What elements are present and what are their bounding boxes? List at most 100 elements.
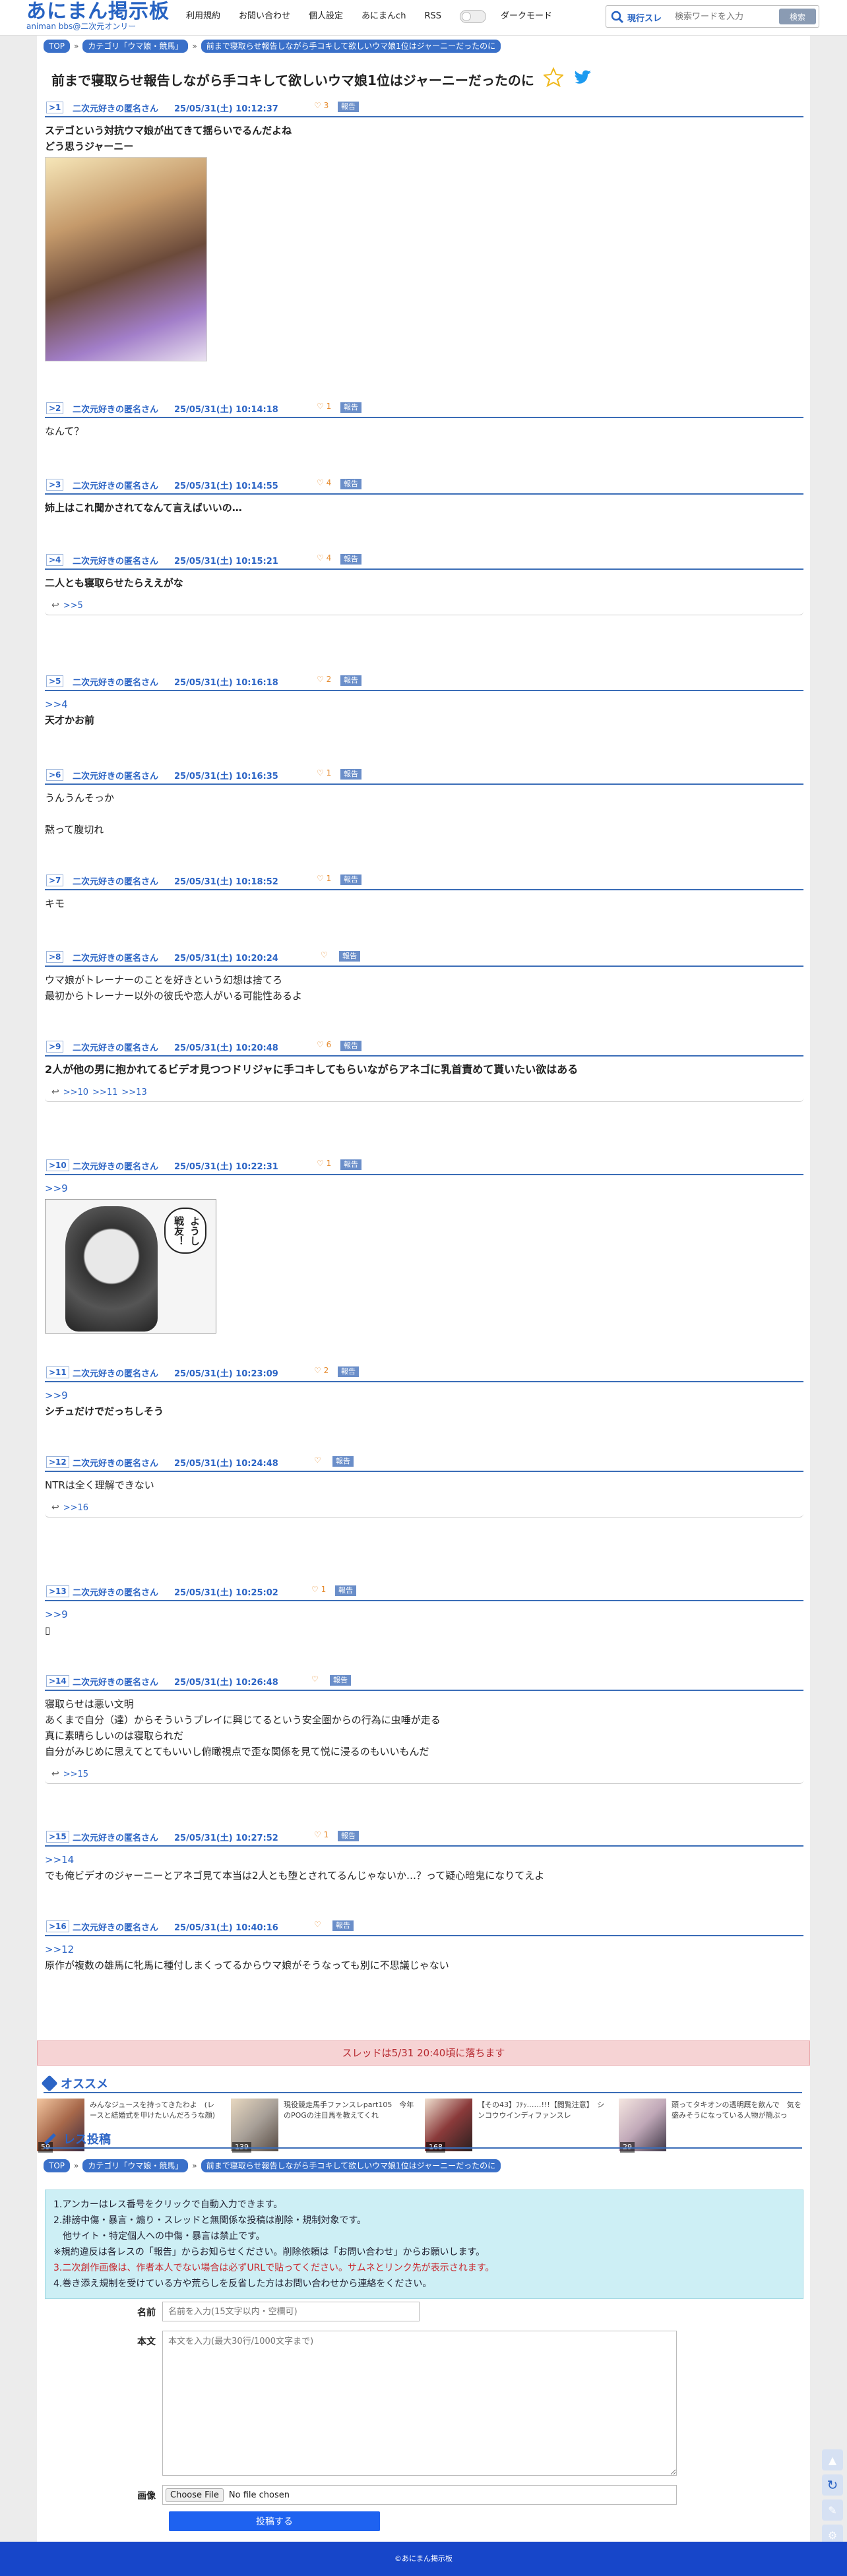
search-input[interactable] <box>675 9 761 24</box>
like-button[interactable]: ♡ <box>314 1456 321 1465</box>
scroll-top-button[interactable]: ▲ <box>822 2449 843 2470</box>
report-button[interactable]: 報告 <box>340 479 361 489</box>
like-button[interactable]: ♡ 6 <box>317 1040 331 1049</box>
post-number[interactable]: >11 <box>46 1366 69 1378</box>
reply-anchor[interactable]: >>4 <box>45 698 68 710</box>
search-button[interactable]: 検索 <box>779 9 816 24</box>
like-button[interactable]: ♡ 4 <box>317 478 331 487</box>
post-image[interactable] <box>45 157 207 361</box>
report-button[interactable]: 報告 <box>340 675 361 686</box>
crumb-top[interactable]: TOP <box>44 2159 71 2172</box>
post-number[interactable]: >10 <box>46 1159 69 1171</box>
report-button[interactable]: 報告 <box>340 554 361 565</box>
dark-mode-toggle[interactable]: ダークモード <box>451 9 571 24</box>
report-button[interactable]: 報告 <box>339 951 360 962</box>
compose-button[interactable]: ✎ <box>822 2499 843 2521</box>
report-button[interactable]: 報告 <box>340 1159 361 1170</box>
toggle-switch[interactable] <box>459 9 486 23</box>
report-button[interactable]: 報告 <box>340 769 361 780</box>
reco-text: みんなジュースを持ってきたわよ (レースと結婚式を甲けたいんだろうな顔) <box>90 2101 216 2120</box>
like-button[interactable]: ♡ 2 <box>314 1366 329 1375</box>
post-number[interactable]: >3 <box>46 479 64 491</box>
post-number[interactable]: >13 <box>46 1585 69 1597</box>
crumb-category[interactable]: カテゴリ「ウマ娘・競馬」 <box>82 40 189 53</box>
like-button[interactable]: ♡ 1 <box>317 1159 331 1168</box>
thread-title: 前まで寝取らせ報告しながら手コキして欲しいウマ娘1位はジャーニーだったのに <box>51 73 534 88</box>
nav-terms[interactable]: 利用規約 <box>177 9 230 24</box>
nav-animanch[interactable]: あにまんch <box>352 9 415 24</box>
image-row: 画像 Choose File No file chosen <box>103 2485 677 2505</box>
favorite-star-icon[interactable] <box>544 67 563 87</box>
like-button[interactable]: ♡ 1 <box>317 768 331 778</box>
nav-contact[interactable]: お問い合わせ <box>230 9 299 24</box>
reply-ref-link[interactable]: >>11 <box>92 1088 117 1097</box>
report-button[interactable]: 報告 <box>332 1920 354 1931</box>
reply-anchor[interactable]: >>9 <box>45 1609 68 1620</box>
heart-icon: ♡ <box>317 675 327 684</box>
report-button[interactable]: 報告 <box>338 1831 359 1841</box>
heart-icon: ♡ <box>317 553 327 563</box>
reply-ref-link[interactable]: >>10 <box>63 1088 88 1097</box>
like-button[interactable]: ♡ 3 <box>314 101 329 110</box>
reply-anchor[interactable]: >>9 <box>45 1390 68 1401</box>
like-button[interactable]: ♡ <box>321 950 328 960</box>
report-button[interactable]: 報告 <box>340 402 361 413</box>
post-image[interactable]: ようし戦友！ <box>45 1199 216 1334</box>
like-button[interactable]: ♡ 1 <box>317 402 331 411</box>
poster-name: 二次元好きの匿名さん <box>73 405 159 415</box>
like-button[interactable]: ♡ <box>314 1920 321 1929</box>
post-line: 黙って腹切れ <box>45 824 104 836</box>
crumb-category[interactable]: カテゴリ「ウマ娘・競馬」 <box>82 2159 189 2172</box>
submit-button[interactable]: 投稿する <box>169 2511 380 2531</box>
post-number[interactable]: >5 <box>46 675 64 687</box>
report-button[interactable]: 報告 <box>335 1585 356 1596</box>
report-button[interactable]: 報告 <box>340 874 361 885</box>
reply-anchor[interactable]: >>12 <box>45 1944 74 1955</box>
file-input[interactable]: Choose File No file chosen <box>162 2485 677 2505</box>
crumb-top[interactable]: TOP <box>44 40 71 53</box>
choose-file-button[interactable]: Choose File <box>166 2488 224 2502</box>
post-number[interactable]: >15 <box>46 1831 69 1843</box>
reply-ref-link[interactable]: >>16 <box>63 1503 88 1513</box>
post-number[interactable]: >6 <box>46 769 64 781</box>
name-row: 名前 <box>103 2302 420 2321</box>
search-scope[interactable]: 現行スレ <box>627 11 662 24</box>
post-number[interactable]: >14 <box>46 1675 69 1687</box>
report-button[interactable]: 報告 <box>330 1675 351 1686</box>
report-button[interactable]: 報告 <box>340 1041 361 1051</box>
reload-button[interactable]: ↻ <box>822 2474 843 2496</box>
nav-settings[interactable]: 個人設定 <box>299 9 352 24</box>
crumb-separator: » <box>74 42 79 51</box>
crumb-thread[interactable]: 前まで寝取らせ報告しながら手コキして欲しいウマ娘1位はジャーニーだったのに <box>201 2159 501 2172</box>
report-button[interactable]: 報告 <box>332 1456 354 1467</box>
report-button[interactable]: 報告 <box>338 1366 359 1377</box>
like-button[interactable]: ♡ 1 <box>311 1585 326 1594</box>
name-input[interactable] <box>162 2302 420 2321</box>
site-logo[interactable]: あにまん掲示板 animan bbs@二次元オンリー <box>26 1 170 31</box>
post-number[interactable]: >12 <box>46 1456 69 1468</box>
post-number[interactable]: >7 <box>46 874 64 886</box>
post-number[interactable]: >4 <box>46 554 64 566</box>
post-header: >12 二次元好きの匿名さん 25/05/31(土) 10:24:48 ♡ 報告 <box>45 1454 803 1472</box>
like-button[interactable]: ♡ <box>311 1674 319 1684</box>
nav-rss[interactable]: RSS <box>415 9 451 24</box>
reply-ref-link[interactable]: >>15 <box>63 1769 88 1779</box>
like-button[interactable]: ♡ 1 <box>314 1830 329 1839</box>
report-button[interactable]: 報告 <box>338 102 359 112</box>
post-header: >3 二次元好きの匿名さん 25/05/31(土) 10:14:55 ♡ 4 報告 <box>45 476 803 495</box>
post-number[interactable]: >8 <box>46 951 64 963</box>
like-button[interactable]: ♡ 4 <box>317 553 331 563</box>
post-number[interactable]: >9 <box>46 1041 64 1053</box>
crumb-thread[interactable]: 前まで寝取らせ報告しながら手コキして欲しいウマ娘1位はジャーニーだったのに <box>201 40 501 53</box>
post-number[interactable]: >1 <box>46 102 64 113</box>
like-button[interactable]: ♡ 1 <box>317 874 331 883</box>
post-number[interactable]: >2 <box>46 402 64 414</box>
post-number[interactable]: >16 <box>46 1920 69 1932</box>
reply-ref-link[interactable]: >>13 <box>121 1088 146 1097</box>
like-button[interactable]: ♡ 2 <box>317 675 331 684</box>
reply-ref-link[interactable]: >>5 <box>63 601 83 611</box>
reply-anchor[interactable]: >>9 <box>45 1182 68 1194</box>
twitter-bird-icon[interactable] <box>573 67 592 87</box>
body-textarea[interactable] <box>162 2331 677 2476</box>
reply-anchor[interactable]: >>14 <box>45 1854 74 1866</box>
